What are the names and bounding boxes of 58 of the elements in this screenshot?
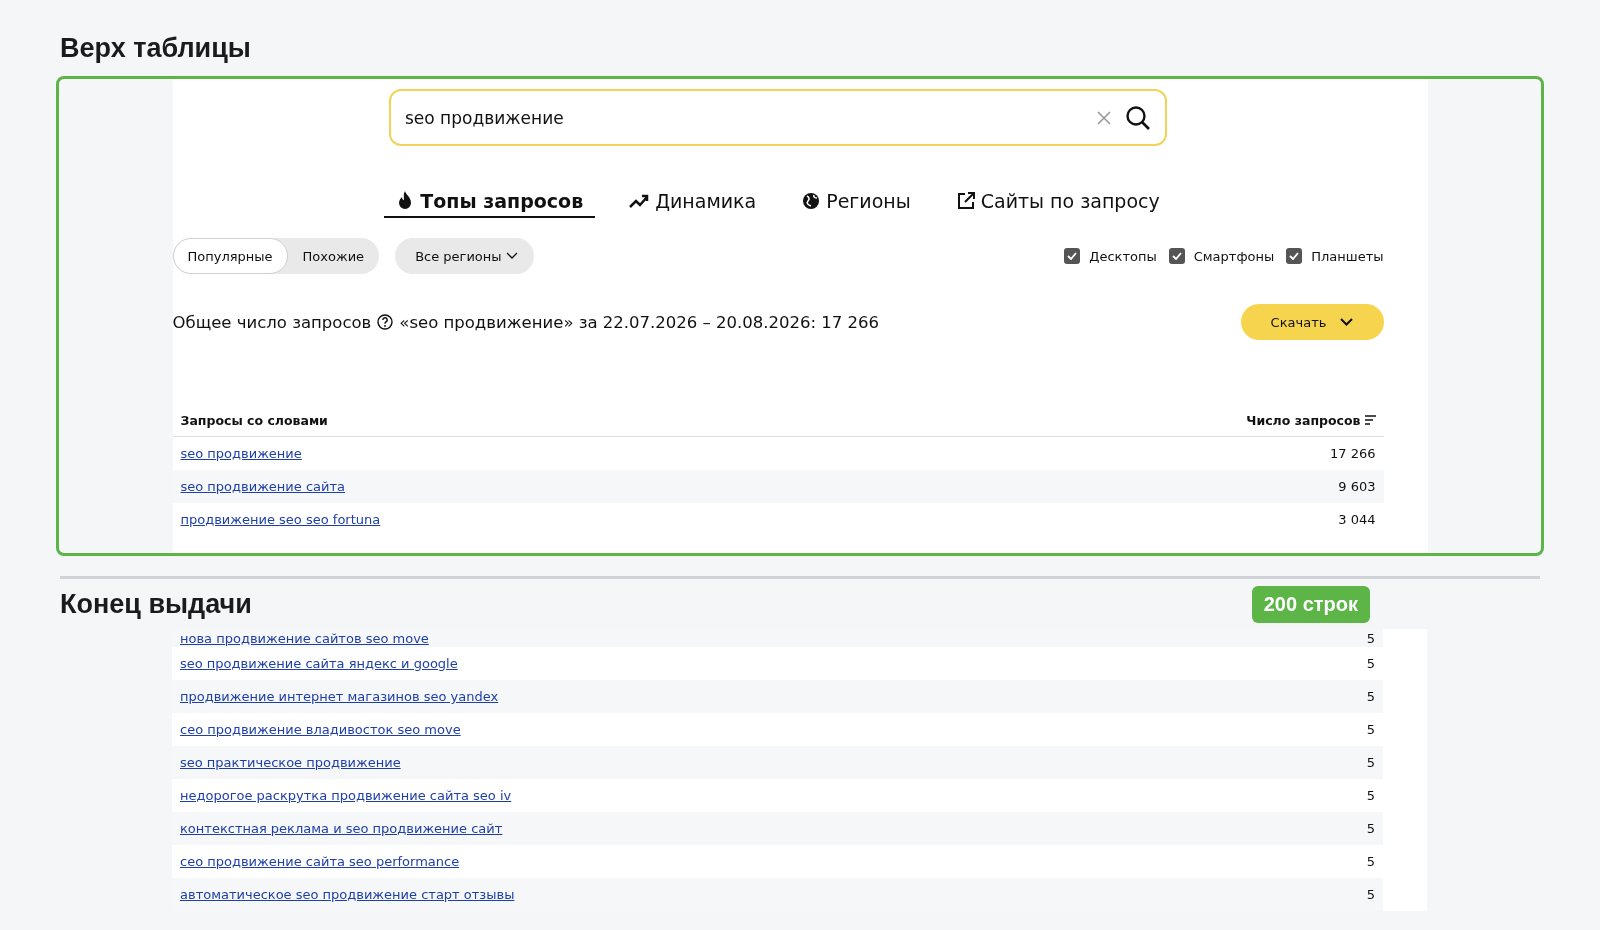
query-link[interactable]: сео продвижение владивосток seo move — [180, 722, 461, 737]
download-button[interactable]: Скачать — [1240, 304, 1384, 340]
query-link[interactable]: продвижение интернет магазинов seo yandex — [180, 689, 499, 704]
close-icon[interactable] — [1097, 110, 1111, 125]
checkbox-label: Планшеты — [1311, 248, 1384, 264]
search-icon[interactable] — [1125, 104, 1151, 131]
checkbox-label: Десктопы — [1089, 248, 1157, 264]
query-link[interactable]: нова продвижение сайтов seo move — [180, 630, 429, 646]
count-cell: 5 — [1366, 656, 1375, 671]
count-cell: 17 266 — [1330, 446, 1376, 461]
count-cell: 5 — [1366, 630, 1375, 646]
query-link[interactable]: seo практическое продвижение — [180, 755, 401, 770]
count-cell: 5 — [1366, 821, 1375, 836]
check-icon — [1289, 252, 1300, 260]
query-link[interactable]: сео продвижение сайта seo performance — [180, 854, 460, 869]
query-link[interactable]: продвижение seo seo fortuna — [180, 512, 381, 527]
summary-text: «seo продвижение» за 22.07.2026 – 20.08.2026: 17 266 — [399, 312, 880, 332]
check-icon — [1171, 252, 1182, 260]
section-title: Конец выдачи — [60, 588, 252, 620]
chevron-down-icon — [505, 252, 518, 260]
tab[interactable]: Топы запросов — [384, 186, 596, 218]
help-icon[interactable] — [377, 314, 394, 330]
count-cell: 5 — [1366, 887, 1375, 902]
checkbox-label: Смартфоны — [1193, 248, 1275, 264]
check-icon — [1067, 252, 1078, 260]
search-field[interactable]: seo продвижение — [389, 89, 1167, 146]
query-link[interactable]: автоматическое seo продвижение старт отзывы — [180, 887, 515, 902]
query-link[interactable]: seo продвижение сайта яндекс и google — [180, 656, 458, 671]
count-cell: 9 603 — [1338, 479, 1376, 494]
section-title: Верх таблицы — [60, 32, 251, 64]
checkbox[interactable] — [1064, 248, 1081, 264]
sort-icon[interactable] — [1364, 415, 1376, 425]
count-cell: 5 — [1366, 755, 1375, 770]
count-cell: 5 — [1366, 854, 1375, 869]
column-header[interactable]: Число запросов — [1246, 412, 1361, 428]
checkbox[interactable] — [1286, 248, 1303, 264]
query-link[interactable]: seo продвижение — [180, 446, 302, 461]
trend-up-icon — [629, 193, 650, 209]
checkbox[interactable] — [1168, 248, 1185, 264]
external-link-icon — [956, 192, 975, 210]
query-link[interactable]: seo продвижение сайта — [180, 479, 346, 494]
count-cell: 5 — [1366, 689, 1375, 704]
row-count-badge: 200 строк — [1251, 585, 1370, 623]
tab[interactable]: Динамика — [617, 186, 769, 218]
mode-option[interactable]: Похожие — [287, 238, 380, 274]
summary-label: Общее число запросов — [172, 312, 372, 332]
query-link[interactable]: недорогое раскрутка продвижение сайта seo iv — [180, 788, 512, 803]
region-dropdown[interactable]: Все регионы — [395, 238, 534, 274]
query-link[interactable]: контекстная реклама и seo продвижение сайт — [180, 821, 503, 836]
mode-option[interactable]: Популярные — [172, 238, 288, 274]
count-cell: 5 — [1366, 722, 1375, 737]
count-cell: 5 — [1366, 788, 1375, 803]
tab[interactable]: Регионы — [790, 186, 923, 218]
tab[interactable]: Сайты по запросу — [944, 186, 1172, 218]
chevron-down-icon — [1340, 318, 1354, 326]
globe-icon — [802, 192, 821, 210]
count-cell: 3 044 — [1338, 512, 1376, 527]
column-header: Запросы со словами — [180, 412, 328, 428]
